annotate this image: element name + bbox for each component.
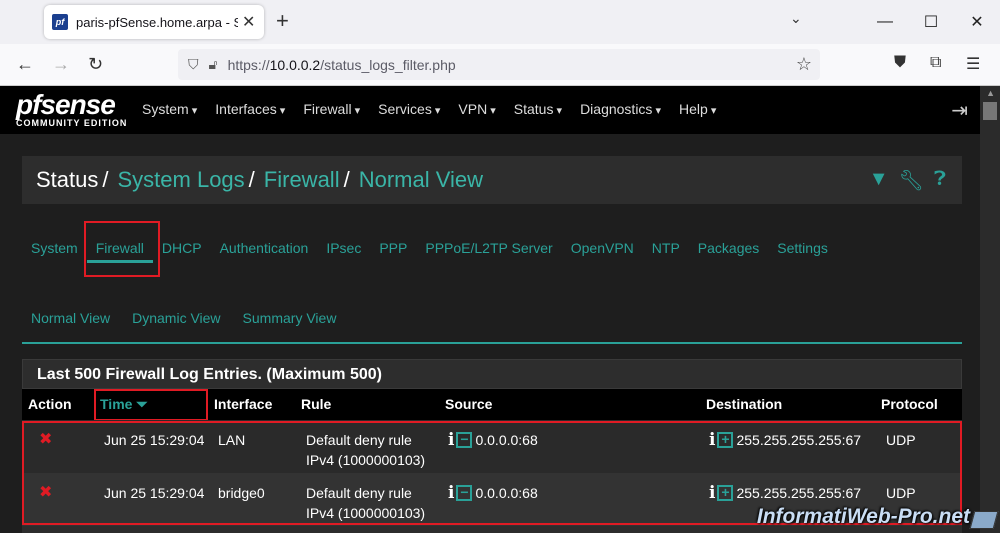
- tab-list-chevron-icon[interactable]: ⌄: [790, 10, 802, 27]
- maximize-button[interactable]: ☐: [908, 0, 954, 44]
- wrench-icon[interactable]: 🔧︎: [899, 168, 924, 193]
- shield-icon[interactable]: ⛉: [188, 56, 199, 73]
- breadcrumb-firewall[interactable]: Firewall: [264, 167, 340, 193]
- forward-arrow-icon[interactable]: →: [52, 54, 70, 75]
- breadcrumb-root: Status: [36, 167, 99, 192]
- watermark-laptop-icon: [969, 511, 999, 529]
- url-text: https://10.0.0.2/status_logs_filter.php: [227, 56, 456, 73]
- col-protocol[interactable]: Protocol: [881, 396, 938, 412]
- col-source[interactable]: Source: [445, 396, 492, 412]
- filter-icon[interactable]: ▼: [869, 168, 889, 193]
- panel-title: Last 500 Firewall Log Entries. (Maximum …: [22, 359, 962, 389]
- tab-dynamic-view[interactable]: Dynamic View: [123, 306, 229, 338]
- col-rule[interactable]: Rule: [301, 396, 331, 412]
- col-action[interactable]: Action: [28, 396, 72, 412]
- tab-ntp[interactable]: NTP: [643, 236, 689, 263]
- menu-status[interactable]: Status: [514, 101, 562, 117]
- tab-ppp[interactable]: PPP: [370, 236, 416, 263]
- col-destination[interactable]: Destination: [706, 396, 782, 412]
- menu-hamburger-icon[interactable]: ☰: [966, 54, 980, 74]
- tab-dhcp[interactable]: DHCP: [153, 236, 211, 263]
- col-interface[interactable]: Interface: [214, 396, 272, 412]
- view-tabs: Normal View Dynamic View Summary View: [22, 306, 349, 338]
- reload-icon[interactable]: ↻: [88, 54, 103, 75]
- pfsense-header: pfsense COMMUNITY EDITION System Interfa…: [0, 86, 980, 134]
- scroll-up-icon[interactable]: ▲: [986, 88, 995, 98]
- menu-system[interactable]: System: [142, 101, 197, 117]
- browser-tab-bar: pf paris-pfSense.home.arpa - Statu ✕ + ⌄…: [0, 0, 1000, 44]
- help-icon[interactable]: ❓︎: [934, 168, 946, 193]
- url-bar[interactable]: ⛉ 🔓︎ https://10.0.0.2/status_logs_filter…: [178, 49, 820, 80]
- pfsense-logo[interactable]: pfsense COMMUNITY EDITION: [16, 91, 127, 129]
- tab-summary-view[interactable]: Summary View: [234, 306, 346, 338]
- view-tabs-divider: [22, 342, 962, 344]
- breadcrumb-system-logs[interactable]: System Logs: [118, 167, 245, 193]
- watermark: InformatiWeb-Pro.net: [756, 505, 970, 528]
- tab-normal-view[interactable]: Normal View: [22, 306, 119, 338]
- bookmark-star-icon[interactable]: ☆: [796, 54, 812, 75]
- logout-icon[interactable]: ⇥: [951, 98, 968, 123]
- pfsense-favicon-icon: pf: [52, 14, 68, 30]
- tab-packages[interactable]: Packages: [689, 236, 768, 263]
- back-arrow-icon[interactable]: ←: [16, 54, 34, 75]
- tab-settings[interactable]: Settings: [768, 236, 837, 263]
- pocket-icon[interactable]: ⛊: [894, 54, 906, 72]
- tab-authentication[interactable]: Authentication: [211, 236, 318, 263]
- pfsense-page: pfsense COMMUNITY EDITION System Interfa…: [0, 86, 1000, 533]
- menu-help[interactable]: Help: [679, 101, 716, 117]
- browser-navbar: ← → ↻ ⛉ 🔓︎ https://10.0.0.2/status_logs_…: [0, 44, 1000, 86]
- tab-system[interactable]: System: [22, 236, 87, 263]
- time-column-highlight: [94, 389, 208, 421]
- minimize-button[interactable]: —: [862, 0, 908, 44]
- new-tab-button[interactable]: +: [276, 9, 289, 33]
- tab-openvpn[interactable]: OpenVPN: [562, 236, 643, 263]
- tab-pppoe-l2tp[interactable]: PPPoE/L2TP Server: [416, 236, 561, 263]
- main-menu: System Interfaces Firewall Services VPN …: [142, 101, 716, 117]
- tab-ipsec[interactable]: IPsec: [317, 236, 370, 263]
- extensions-icon[interactable]: ⧉: [930, 54, 941, 72]
- menu-interfaces[interactable]: Interfaces: [215, 101, 285, 117]
- breadcrumb-normal-view[interactable]: Normal View: [359, 167, 483, 193]
- menu-diagnostics[interactable]: Diagnostics: [580, 101, 661, 117]
- tab-title: paris-pfSense.home.arpa - Statu: [76, 14, 238, 30]
- page-scrollbar[interactable]: ▲: [980, 86, 1000, 533]
- menu-services[interactable]: Services: [378, 101, 440, 117]
- browser-tab[interactable]: pf paris-pfSense.home.arpa - Statu ✕: [44, 5, 264, 39]
- menu-vpn[interactable]: VPN: [458, 101, 495, 117]
- scroll-thumb[interactable]: [983, 102, 997, 120]
- close-tab-icon[interactable]: ✕: [242, 12, 255, 32]
- close-window-button[interactable]: ✕: [954, 0, 1000, 44]
- firewall-tab-highlight: [84, 221, 160, 277]
- lock-warning-icon[interactable]: 🔓︎: [209, 56, 218, 73]
- menu-firewall[interactable]: Firewall: [303, 101, 360, 117]
- breadcrumb: Status / System Logs / Firewall / Normal Vi…: [22, 156, 962, 204]
